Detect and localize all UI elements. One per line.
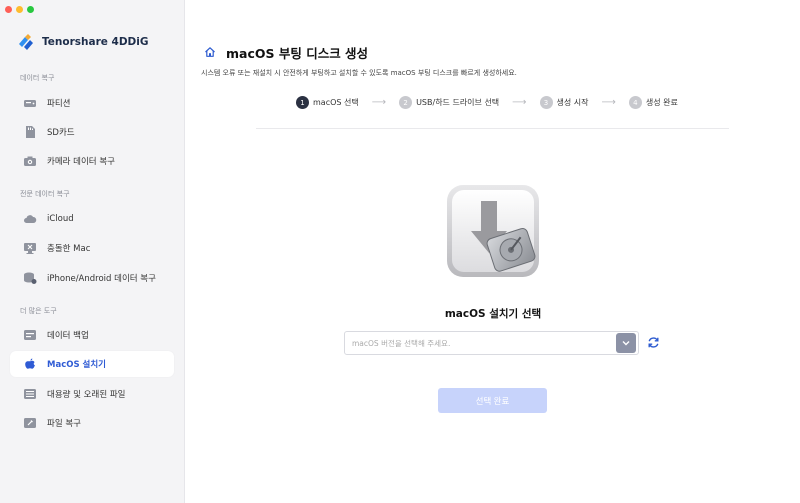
step-number: 1	[296, 96, 309, 109]
macos-installer-icon	[23, 357, 37, 371]
sidebar-item-camera-recovery[interactable]: 카메라 데이터 복구	[10, 148, 174, 174]
step-number: 2	[399, 96, 413, 109]
sidebar-item-label: MacOS 설치기	[47, 360, 107, 370]
sidebar-item-label: 파일 복구	[47, 419, 81, 429]
installer-section-heading: macOS 설치기 선택	[444, 308, 542, 320]
step-label: 생성 시작	[556, 98, 589, 107]
select-placeholder: macOS 버전을 선택해 주세요.	[352, 338, 451, 348]
sidebar-item-label: 대용량 및 오래된 파일	[47, 390, 126, 400]
icloud-icon	[23, 212, 37, 226]
zoom-window-button[interactable]	[27, 6, 34, 13]
sidebar-item-phone-recovery[interactable]: iPhone/Android 데이터 복구	[10, 265, 174, 291]
home-icon[interactable]	[204, 46, 216, 58]
step-select-drive: 2 USB/하드 드라이브 선택	[399, 96, 499, 109]
backup-icon	[23, 328, 37, 342]
crashed-mac-icon	[23, 241, 37, 255]
large-files-icon	[23, 387, 37, 401]
sidebar-item-label: 데이터 백업	[47, 331, 89, 341]
sidebar-item-label: iCloud	[47, 214, 74, 224]
window-controls	[5, 6, 34, 13]
confirm-selection-button[interactable]: 선택 완료	[438, 388, 547, 413]
arrow-right-icon: ⟶	[371, 97, 387, 108]
sidebar-item-label: 파티션	[47, 99, 71, 109]
sidebar-item-label: 카메라 데이터 복구	[47, 157, 115, 167]
sidebar-item-file-repair[interactable]: 파일 복구	[10, 410, 174, 436]
file-repair-icon	[23, 416, 37, 430]
progress-steps: 1 macOS 선택 ⟶ 2 USB/하드 드라이브 선택 ⟶ 3 생성 시작 …	[296, 96, 678, 109]
sidebar-item-sd-card[interactable]: SD카드	[10, 119, 174, 145]
main-content: macOS 부팅 디스크 생성 시스템 오류 또는 재설치 시 안전하게 부팅하…	[186, 0, 800, 503]
chevron-down-icon[interactable]	[616, 333, 636, 353]
close-window-button[interactable]	[5, 6, 12, 13]
arrow-right-icon: ⟶	[512, 97, 527, 108]
section-title-data-recovery: 데이터 복구	[20, 74, 55, 82]
step-number: 4	[628, 96, 642, 109]
step-label: USB/하드 드라이브 선택	[416, 98, 500, 107]
section-title-pro-recovery: 전문 데이터 복구	[20, 190, 70, 198]
tenorshare-logo-icon	[19, 34, 33, 50]
phone-recovery-icon	[23, 271, 37, 285]
camera-icon	[23, 154, 37, 168]
sidebar: Tenorshare 4DDiG 데이터 복구 파티션 SD카드 카메라 데이터…	[0, 0, 185, 503]
app-logo: Tenorshare 4DDiG	[16, 32, 148, 52]
sidebar-item-data-backup[interactable]: 데이터 백업	[10, 322, 174, 348]
page-title: macOS 부팅 디스크 생성	[226, 46, 369, 61]
sd-card-icon	[23, 125, 37, 139]
sidebar-item-label: 충돌한 Mac	[47, 244, 91, 254]
minimize-window-button[interactable]	[16, 6, 23, 13]
sidebar-item-label: SD카드	[47, 128, 75, 138]
macos-version-select[interactable]: macOS 버전을 선택해 주세요.	[344, 331, 639, 355]
step-creation-complete: 4 생성 완료	[628, 96, 678, 109]
app-name: Tenorshare 4DDiG	[42, 36, 149, 48]
step-label: macOS 선택	[313, 98, 359, 107]
step-start-creation: 3 생성 시작	[539, 96, 589, 109]
arrow-right-icon: ⟶	[601, 97, 616, 108]
sidebar-item-crashed-mac[interactable]: 충돌한 Mac	[10, 235, 174, 261]
disk-installer-icon	[447, 185, 539, 277]
sidebar-item-label: iPhone/Android 데이터 복구	[47, 274, 156, 284]
step-label: 생성 완료	[645, 98, 678, 107]
partition-icon	[23, 96, 37, 110]
sidebar-item-partition[interactable]: 파티션	[10, 90, 174, 116]
divider	[256, 128, 729, 129]
sidebar-item-large-files[interactable]: 대용량 및 오래된 파일	[10, 381, 174, 407]
sidebar-item-macos-installer[interactable]: MacOS 설치기	[10, 351, 174, 377]
sidebar-item-icloud[interactable]: iCloud	[10, 206, 174, 232]
refresh-icon[interactable]	[646, 335, 661, 350]
page-description: 시스템 오류 또는 재설치 시 안전하게 부팅하고 설치할 수 있도록 macO…	[201, 69, 517, 77]
step-select-macos: 1 macOS 선택	[296, 96, 359, 109]
step-number: 3	[539, 96, 553, 109]
section-title-more-tools: 더 많은 도구	[20, 307, 57, 315]
